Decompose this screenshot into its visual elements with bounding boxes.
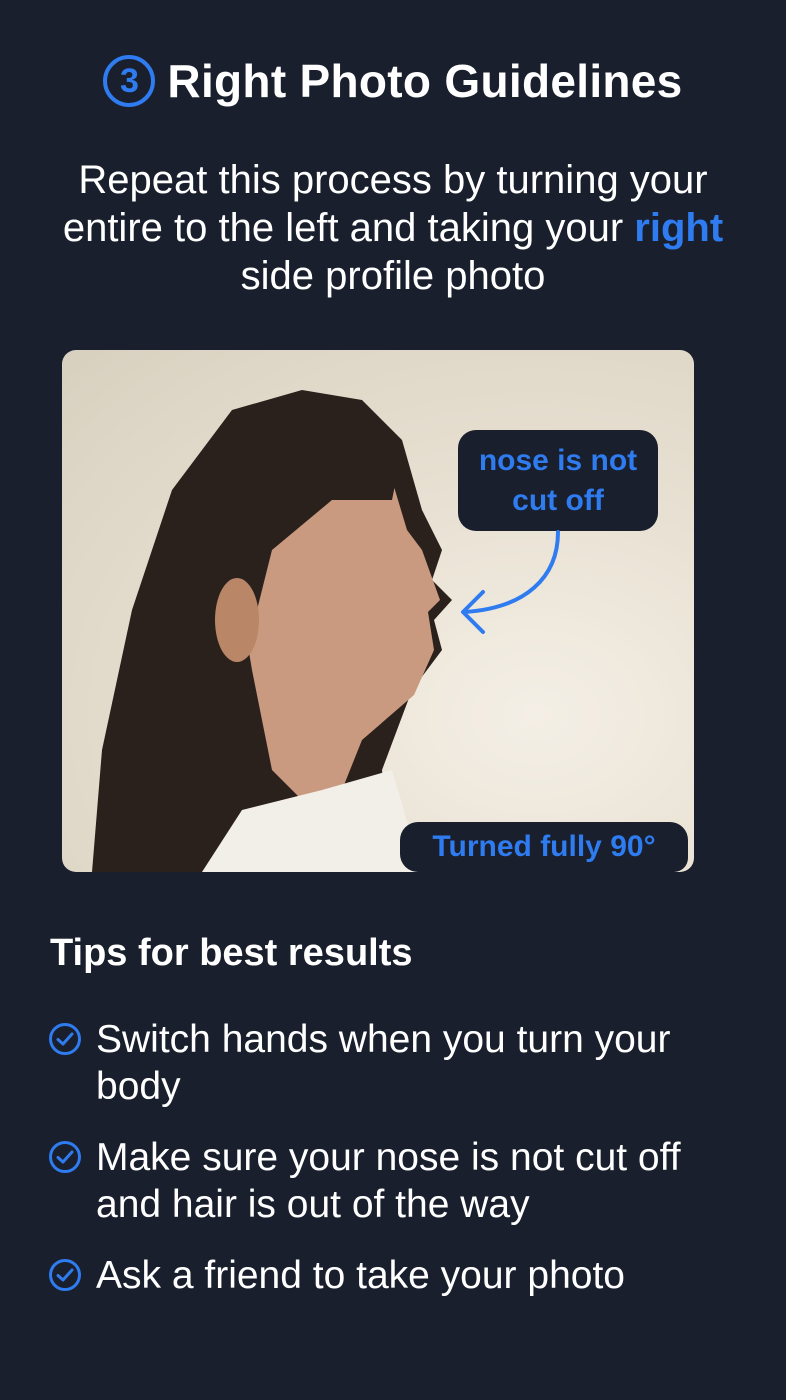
instructions-text-end: side profile photo xyxy=(240,254,546,298)
instructions-text: Repeat this process by turning your enti… xyxy=(62,158,708,250)
tip-text: Switch hands when you turn your body xyxy=(96,1018,671,1108)
list-item: Switch hands when you turn your body xyxy=(48,1016,748,1110)
step-number-badge: 3 xyxy=(103,55,156,107)
tips-list: Switch hands when you turn your body Mak… xyxy=(48,1016,748,1323)
check-circle-icon xyxy=(49,1141,81,1173)
page-title: Right Photo Guidelines xyxy=(167,55,683,107)
profile-silhouette xyxy=(92,390,452,872)
tip-text: Make sure your nose is not cut off and h… xyxy=(96,1136,681,1226)
turned-badge: Turned fully 90° xyxy=(400,822,688,872)
page-header: 3 Right Photo Guidelines xyxy=(0,54,786,108)
list-item: Make sure your nose is not cut off and h… xyxy=(48,1134,748,1228)
check-circle-icon xyxy=(49,1023,81,1055)
instructions: Repeat this process by turning your enti… xyxy=(30,156,756,300)
nose-callout: nose is not cut off xyxy=(458,430,658,531)
tip-text: Ask a friend to take your photo xyxy=(96,1254,625,1297)
instructions-highlight: right xyxy=(634,206,724,250)
example-profile-photo xyxy=(62,350,694,872)
list-item: Ask a friend to take your photo xyxy=(48,1252,748,1299)
tips-heading: Tips for best results xyxy=(50,932,413,974)
check-circle-icon xyxy=(49,1259,81,1291)
arrow-icon xyxy=(461,530,560,634)
